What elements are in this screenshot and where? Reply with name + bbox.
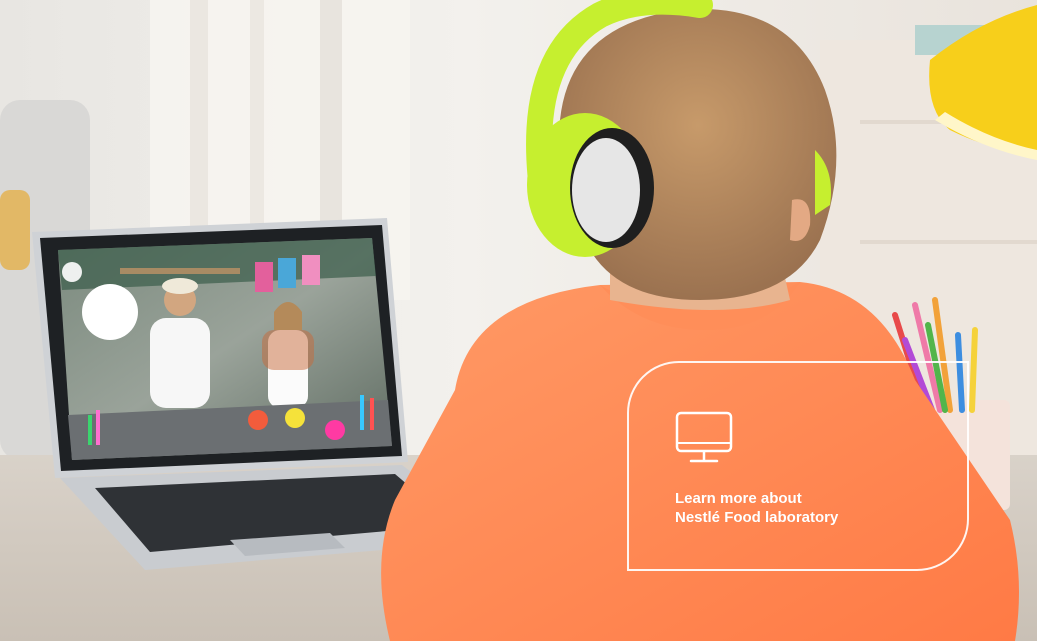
learn-more-card[interactable]: Learn more about Nestlé Food laboratory	[627, 361, 969, 571]
hero-banner: Learn more about Nestlé Food laboratory	[0, 0, 1037, 641]
learn-more-line-2: Nestlé Food laboratory	[675, 509, 839, 526]
monitor-icon	[675, 411, 733, 463]
learn-more-text: Learn more about Nestlé Food laboratory	[675, 489, 838, 527]
learn-more-line-1: Learn more about	[675, 490, 802, 507]
